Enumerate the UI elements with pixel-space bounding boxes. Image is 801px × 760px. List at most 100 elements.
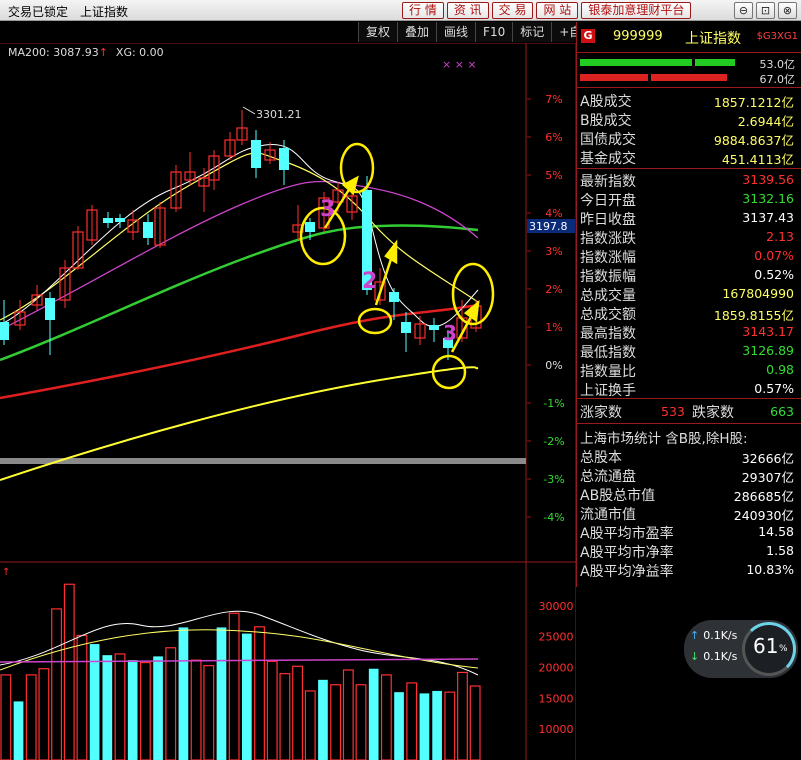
lock-status-label[interactable]: 交易已锁定 xyxy=(8,3,68,20)
overlay-button[interactable]: 叠加 xyxy=(397,22,437,42)
adjust-rights-button[interactable]: 复权 xyxy=(358,22,398,42)
window-controls: ⊖ ⊡ ⊗ xyxy=(734,2,797,19)
info-row: 总成交量 167804990 xyxy=(577,284,801,304)
info-row: 指数振幅 0.52% xyxy=(577,265,801,285)
volume-bar xyxy=(318,679,328,760)
minimize-icon[interactable]: ⊖ xyxy=(734,2,753,19)
volume-tick-label: 30000 xyxy=(539,600,574,613)
upload-speed: 0.1K/s xyxy=(703,629,738,642)
info-label: 指数涨跌 xyxy=(580,231,636,247)
info-value: 451.4113亿 xyxy=(721,152,794,167)
volume-tick-label: 20000 xyxy=(539,662,574,675)
info-label: 总成交额 xyxy=(580,307,636,323)
info-label: AB股总市值 xyxy=(580,488,656,504)
candle-body xyxy=(305,222,315,232)
restore-icon[interactable]: ⊡ xyxy=(756,2,775,19)
info-label: 昨日收盘 xyxy=(580,212,636,228)
candle-body xyxy=(401,322,411,333)
volume-bar xyxy=(216,627,227,760)
draw-line-button[interactable]: 画线 xyxy=(436,22,476,42)
network-speed-widget[interactable]: ↑ 0.1K/s ↓ 0.1K/s 61 % xyxy=(684,620,798,678)
volume-bar xyxy=(419,693,430,760)
current-price-marker: 3197.8 xyxy=(529,220,568,233)
info-label: 最低指数 xyxy=(580,345,636,361)
info-row: 最新指数 3139.56 xyxy=(577,170,801,190)
trade-button[interactable]: 交 易 xyxy=(491,2,534,19)
info-value: 3126.89 xyxy=(742,343,794,358)
volume-tick-label: 25000 xyxy=(539,631,574,644)
info-label: 流通市值 xyxy=(580,507,636,523)
volume-bar xyxy=(203,665,215,760)
y-tick-label: 7% xyxy=(545,93,562,106)
volume-bar xyxy=(432,690,442,760)
index-tag: $G3XG1 xyxy=(756,31,798,42)
info-label: B股成交 xyxy=(580,113,632,129)
y-tick-label: -1% xyxy=(543,397,564,410)
info-label: 最高指数 xyxy=(580,326,636,342)
ma5-line xyxy=(0,143,479,327)
info-label: 指数量比 xyxy=(580,364,636,380)
info-value: 0.98 xyxy=(766,362,794,377)
info-value: 167804990 xyxy=(722,286,794,301)
buy-volume-bar xyxy=(695,59,735,66)
info-value: 2.13 xyxy=(766,229,794,244)
quotes-button[interactable]: 行 情 xyxy=(402,2,444,19)
annotation-overlay xyxy=(299,142,495,390)
info-row: 指数涨跌 2.13 xyxy=(577,227,801,247)
volume-tick-label: 10000 xyxy=(539,723,574,736)
volume-bar xyxy=(13,701,24,760)
volume-bar xyxy=(304,690,316,760)
close-icon[interactable]: ⊗ xyxy=(778,2,797,19)
website-button[interactable]: 网 站 xyxy=(536,2,579,19)
info-row: 上证换手 0.57% xyxy=(577,379,801,399)
info-row: 今日开盘 3132.16 xyxy=(577,189,801,209)
annotation-ellipse xyxy=(431,354,467,390)
chart-toolbar: 复权 叠加 画线 F10 标记 +自选 xyxy=(358,22,601,42)
info-row: B股成交 2.6944亿 xyxy=(577,109,801,129)
volume-bar xyxy=(102,655,113,760)
volume-bar xyxy=(342,669,354,760)
info-label: A股成交 xyxy=(580,94,632,110)
info-label: 国债成交 xyxy=(580,132,636,148)
volume-bar xyxy=(0,674,12,760)
info-row: A股平均净益率 10.83% xyxy=(577,560,801,580)
info-row: 国债成交 9884.8637亿 xyxy=(577,128,801,148)
volume-bar xyxy=(190,659,202,760)
candle-body xyxy=(389,292,399,302)
info-row: A股成交 1857.1212亿 xyxy=(577,90,801,110)
info-label: A股平均净益率 xyxy=(580,564,674,580)
volume-bar xyxy=(266,660,278,760)
candle-body xyxy=(45,298,55,320)
info-row: 基金成交 451.4113亿 xyxy=(577,147,801,167)
info-value: 0.57% xyxy=(754,381,794,396)
info-label: 指数振幅 xyxy=(580,269,636,285)
volume-bar xyxy=(38,668,50,760)
volume-bar xyxy=(63,583,75,760)
info-row: 指数量比 0.98 xyxy=(577,360,801,380)
info-label: A股平均市净率 xyxy=(580,545,674,561)
index-name: 上证指数 xyxy=(685,31,741,47)
annotation-arrowhead xyxy=(384,239,398,265)
news-button[interactable]: 资 讯 xyxy=(446,2,489,19)
candle-body xyxy=(103,218,113,223)
y-tick-label: 0% xyxy=(545,359,562,372)
volume-bar xyxy=(165,647,177,760)
info-row: 昨日收盘 3137.43 xyxy=(577,208,801,228)
info-value: 3137.43 xyxy=(742,210,794,225)
sell-volume-bar xyxy=(580,74,648,81)
buy-volume-bar xyxy=(580,59,692,66)
high-price-label: 3301.21 xyxy=(256,108,302,121)
info-row: 指数涨幅 0.07% xyxy=(577,246,801,266)
advance-value: 533 xyxy=(661,404,685,419)
volume-bar xyxy=(330,684,342,760)
mark-button[interactable]: 标记 xyxy=(512,22,552,42)
volume-bar xyxy=(25,674,37,760)
upload-arrow-icon: ↑ xyxy=(690,629,700,642)
info-row: 最低指数 3126.89 xyxy=(577,341,801,361)
volume-bars xyxy=(0,583,481,760)
price-chart[interactable]: × × × 7% 6% 5% 4% 3% 2% 1% 0% -1% -2% -3% -4% 3301.… xyxy=(0,43,576,760)
info-value: 14.58 xyxy=(758,524,794,539)
f10-button[interactable]: F10 xyxy=(475,22,513,42)
wealth-platform-button[interactable]: 银泰加意理财平台 xyxy=(581,2,692,19)
g-badge: G xyxy=(581,29,595,43)
